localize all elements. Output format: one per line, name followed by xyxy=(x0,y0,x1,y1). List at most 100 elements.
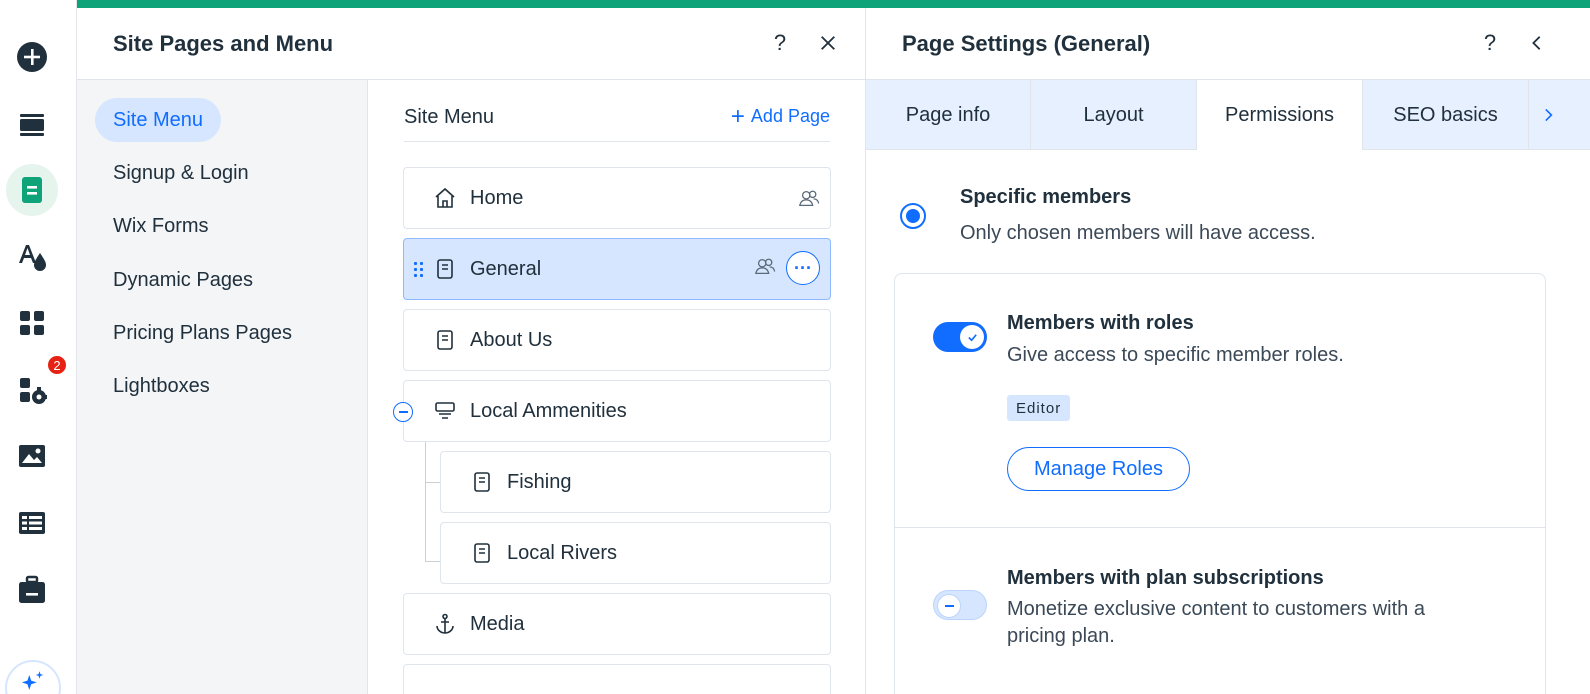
drag-handle-icon[interactable] xyxy=(414,262,424,278)
minus-icon xyxy=(944,605,954,607)
nav-site-menu[interactable]: Site Menu xyxy=(95,98,222,142)
toggle-knob xyxy=(937,594,961,618)
left-rail: 2 xyxy=(0,0,77,694)
sections-icon xyxy=(20,114,44,136)
page-icon xyxy=(432,256,458,282)
editor-top-strip xyxy=(77,0,1590,8)
page-item-home[interactable]: Home xyxy=(403,167,831,229)
home-icon xyxy=(432,185,458,211)
add-elements-button[interactable] xyxy=(6,31,58,83)
tabs-scroll-right-button[interactable] xyxy=(1529,80,1569,150)
page-settings-header: Page Settings (General) ? xyxy=(866,8,1590,80)
roles-description: Give access to specific member roles. xyxy=(1007,344,1344,366)
toggle-knob xyxy=(960,325,984,349)
portfolio-button[interactable] xyxy=(6,564,58,616)
anchor-icon xyxy=(432,611,458,637)
page-label: Media xyxy=(470,612,525,635)
apps-button[interactable] xyxy=(6,297,58,349)
help-button[interactable]: ? xyxy=(765,28,795,58)
list-title: Site Menu xyxy=(404,106,495,128)
help-icon: ? xyxy=(773,30,787,55)
panel-title: Page Settings (General) xyxy=(902,30,1151,56)
page-label: Fishing xyxy=(507,470,572,493)
pages-icon xyxy=(22,177,42,203)
role-tag-editor: Editor xyxy=(1007,395,1071,421)
close-button[interactable] xyxy=(813,28,843,58)
cms-button[interactable] xyxy=(6,497,58,549)
site-pages-header: Site Pages and Menu ? xyxy=(77,8,865,80)
plans-description: Monetize exclusive content to customers … xyxy=(1007,598,1425,620)
manage-roles-button[interactable]: Manage Roles xyxy=(1007,447,1190,491)
page-item-local-ammenities[interactable]: Local Ammenities xyxy=(403,380,831,442)
collapse-subpages-button[interactable] xyxy=(393,402,413,422)
design-button[interactable] xyxy=(6,231,58,283)
cms-icon xyxy=(19,512,45,534)
specific-members-radio[interactable] xyxy=(900,203,926,229)
site-pages-panel: Site Pages and Menu ? Site Menu Signup &… xyxy=(77,8,866,694)
plus-icon: + xyxy=(730,102,745,130)
plan-subscriptions-toggle[interactable] xyxy=(933,590,987,620)
roles-title: Members with roles xyxy=(1007,312,1194,334)
page-icon xyxy=(469,469,495,495)
tab-seo-basics[interactable]: SEO basics xyxy=(1363,80,1529,150)
page-item-general[interactable]: General ··· xyxy=(403,238,831,300)
close-icon xyxy=(821,36,835,50)
members-with-roles-toggle[interactable] xyxy=(933,322,987,352)
media-icon xyxy=(19,445,45,467)
tree-line xyxy=(425,442,426,562)
tab-page-info[interactable]: Page info xyxy=(866,80,1031,150)
business-apps-icon xyxy=(20,378,47,404)
pages-button[interactable] xyxy=(6,164,58,216)
help-button[interactable]: ? xyxy=(1475,28,1505,58)
pages-nav: Site Menu Signup & Login Wix Forms Dynam… xyxy=(77,80,368,694)
ai-assistant-button[interactable] xyxy=(5,660,61,694)
option-title: Specific members xyxy=(960,186,1132,208)
nav-signup-login[interactable]: Signup & Login xyxy=(95,151,267,195)
card-divider xyxy=(895,527,1545,528)
page-icon xyxy=(432,327,458,353)
add-circle-icon xyxy=(17,42,47,72)
nav-lightboxes[interactable]: Lightboxes xyxy=(95,364,228,408)
sparkle-icon xyxy=(21,671,44,690)
nav-dynamic-pages[interactable]: Dynamic Pages xyxy=(95,258,271,302)
tab-permissions[interactable]: Permissions xyxy=(1197,80,1363,150)
page-label: Local Ammenities xyxy=(470,399,627,422)
page-settings-panel: Page Settings (General) ? Page info Layo… xyxy=(866,8,1590,694)
tree-line xyxy=(425,482,441,483)
nav-wix-forms[interactable]: Wix Forms xyxy=(95,204,227,248)
media-button[interactable] xyxy=(6,430,58,482)
page-label: About Us xyxy=(470,328,553,351)
page-icon xyxy=(469,540,495,566)
help-icon: ? xyxy=(1483,30,1497,55)
tree-line xyxy=(425,561,441,562)
nav-pricing-plans-pages[interactable]: Pricing Plans Pages xyxy=(95,311,310,355)
back-button[interactable] xyxy=(1522,28,1552,58)
page-item-fishing[interactable]: Fishing xyxy=(440,451,831,513)
site-menu-list: Site Menu + Add Page Home General ··· Ab… xyxy=(368,80,865,694)
design-icon xyxy=(19,245,46,271)
page-item-media[interactable]: Media xyxy=(403,593,831,655)
page-item-partial[interactable] xyxy=(403,664,831,694)
page-label: Home xyxy=(470,186,524,209)
add-page-button[interactable]: + Add Page xyxy=(730,102,830,130)
sections-button[interactable] xyxy=(6,98,58,150)
apps-icon xyxy=(20,311,44,335)
list-header: Site Menu + Add Page xyxy=(404,102,830,142)
settings-tabs: Page info Layout Permissions SEO basics xyxy=(866,80,1590,150)
page-label: General xyxy=(470,257,542,280)
chevron-left-icon xyxy=(1532,36,1541,50)
tab-layout[interactable]: Layout xyxy=(1031,80,1197,150)
more-actions-button[interactable]: ··· xyxy=(786,251,820,285)
check-icon xyxy=(967,333,977,341)
plans-description-line2: pricing plan. xyxy=(1007,625,1115,647)
folder-page-icon xyxy=(432,398,458,424)
page-item-about-us[interactable]: About Us xyxy=(403,309,831,371)
member-access-card: Members with roles Give access to specif… xyxy=(894,273,1546,694)
page-item-local-rivers[interactable]: Local Rivers xyxy=(440,522,831,584)
portfolio-icon xyxy=(19,575,45,603)
add-page-label: Add Page xyxy=(750,106,830,126)
members-icon xyxy=(754,255,776,282)
panel-title: Site Pages and Menu xyxy=(113,30,334,56)
option-description: Only chosen members will have access. xyxy=(960,222,1316,244)
notification-badge: 2 xyxy=(46,354,68,376)
